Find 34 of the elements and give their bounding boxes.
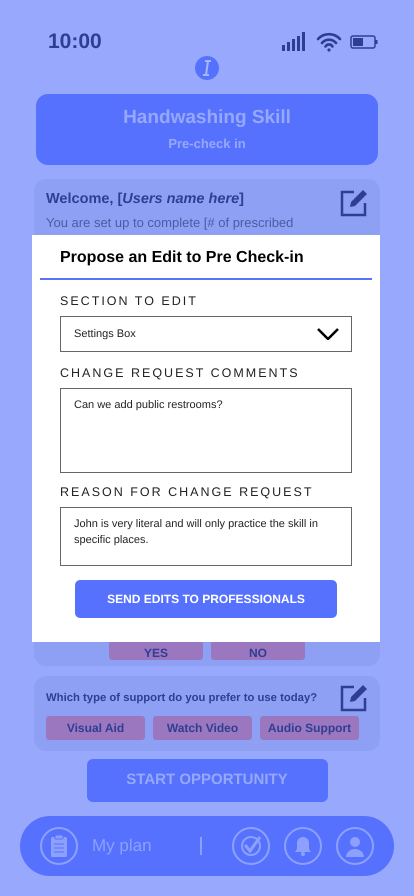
dropdown-field[interactable]: Settings Box bbox=[60, 316, 352, 352]
input-field[interactable]: John is very literal and will only practice the skill in specific places. bbox=[60, 507, 352, 566]
header-subtitle: Pre-check in bbox=[167, 135, 247, 153]
clipboard-icon bbox=[50, 834, 68, 858]
start-button[interactable]: START OPPORTUNITY bbox=[86, 759, 328, 802]
profile-nav-button[interactable] bbox=[336, 827, 374, 865]
support-option-button[interactable]: Audio Support bbox=[260, 716, 359, 740]
header-title: Handwashing Skill bbox=[122, 106, 292, 130]
logo-icon bbox=[195, 56, 219, 80]
wifi-icon bbox=[316, 32, 342, 52]
send-button[interactable]: SEND EDITS TO PROFESSIONALS bbox=[75, 580, 337, 618]
input-field[interactable]: Can we add public restrooms? bbox=[60, 388, 352, 473]
plan-nav-button[interactable] bbox=[40, 827, 78, 865]
support-question: Which type of support do you prefer to use today? bbox=[46, 690, 318, 706]
notifications-nav-button[interactable] bbox=[284, 827, 322, 865]
edit-icon[interactable] bbox=[340, 684, 368, 712]
welcome-title: Welcome, [Users name here] bbox=[46, 190, 244, 209]
check-icon bbox=[240, 835, 262, 857]
welcome-text: You are set up to complete [# of prescribed bbox=[46, 215, 294, 230]
nav-label: My plan bbox=[92, 835, 152, 858]
field-label: REASON FOR CHANGE REQUEST bbox=[60, 485, 314, 499]
edit-icon[interactable] bbox=[340, 189, 368, 217]
field-label: SECTION TO EDIT bbox=[60, 294, 199, 308]
dialog-title: Propose an Edit to Pre Check-in bbox=[59, 248, 305, 268]
field-label: CHANGE REQUEST COMMENTS bbox=[60, 366, 301, 380]
support-option-button[interactable]: Watch Video bbox=[153, 716, 252, 740]
signal-icon bbox=[282, 32, 308, 52]
battery-icon bbox=[350, 34, 378, 50]
person-icon bbox=[344, 835, 366, 857]
chevron-down-icon bbox=[317, 328, 339, 340]
support-option-button[interactable]: Visual Aid bbox=[46, 716, 145, 740]
bell-icon bbox=[292, 835, 314, 857]
status-time: 10:00 bbox=[48, 30, 102, 54]
check-nav-button[interactable] bbox=[232, 827, 270, 865]
